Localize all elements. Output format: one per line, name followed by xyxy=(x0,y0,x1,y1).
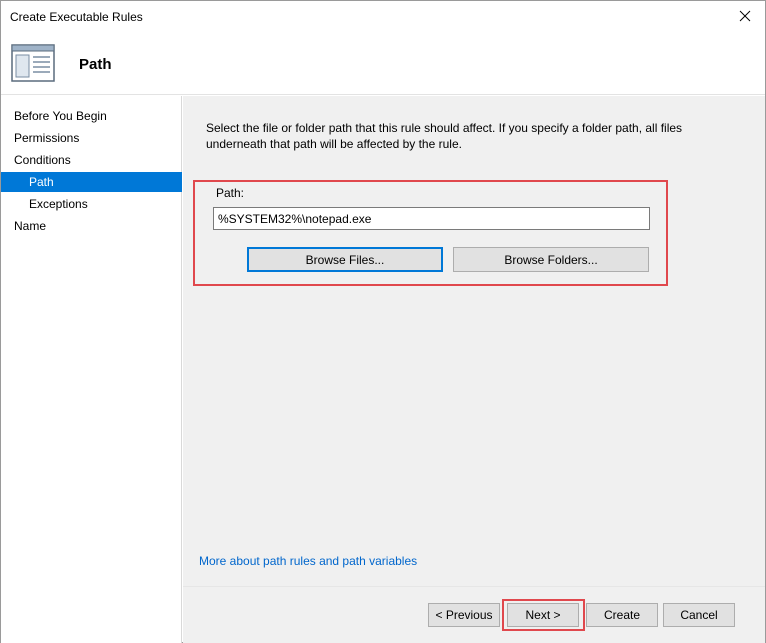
content-panel: Select the file or folder path that this… xyxy=(183,96,765,643)
nav-item-exceptions[interactable]: Exceptions xyxy=(1,194,182,214)
wizard-steps-nav: Before You Begin Permissions Conditions … xyxy=(1,96,182,643)
close-icon xyxy=(739,10,751,22)
create-executable-rules-window: Create Executable Rules Path Before You … xyxy=(0,0,766,643)
window-title: Create Executable Rules xyxy=(10,10,143,24)
path-description: Select the file or folder path that this… xyxy=(206,121,683,151)
close-button[interactable] xyxy=(725,1,765,31)
browse-files-button[interactable]: Browse Files... xyxy=(247,247,443,272)
nav-item-name[interactable]: Name xyxy=(1,216,182,236)
nav-item-path[interactable]: Path xyxy=(1,172,182,192)
page-title: Path xyxy=(79,56,112,73)
page-header: Path xyxy=(1,31,765,95)
next-button[interactable]: Next > xyxy=(507,603,579,627)
browse-folders-button[interactable]: Browse Folders... xyxy=(453,247,649,272)
create-button[interactable]: Create xyxy=(586,603,658,627)
title-bar: Create Executable Rules xyxy=(1,1,765,31)
nav-item-permissions[interactable]: Permissions xyxy=(1,128,182,148)
wizard-page-icon xyxy=(11,44,55,82)
path-label: Path: xyxy=(216,186,245,200)
path-rules-help-link[interactable]: More about path rules and path variables xyxy=(199,554,417,568)
nav-item-before-you-begin[interactable]: Before You Begin xyxy=(1,106,182,126)
path-input[interactable] xyxy=(213,207,650,230)
previous-button[interactable]: < Previous xyxy=(428,603,500,627)
nav-item-conditions[interactable]: Conditions xyxy=(1,150,182,170)
cancel-button[interactable]: Cancel xyxy=(663,603,735,627)
footer-divider xyxy=(183,586,765,587)
